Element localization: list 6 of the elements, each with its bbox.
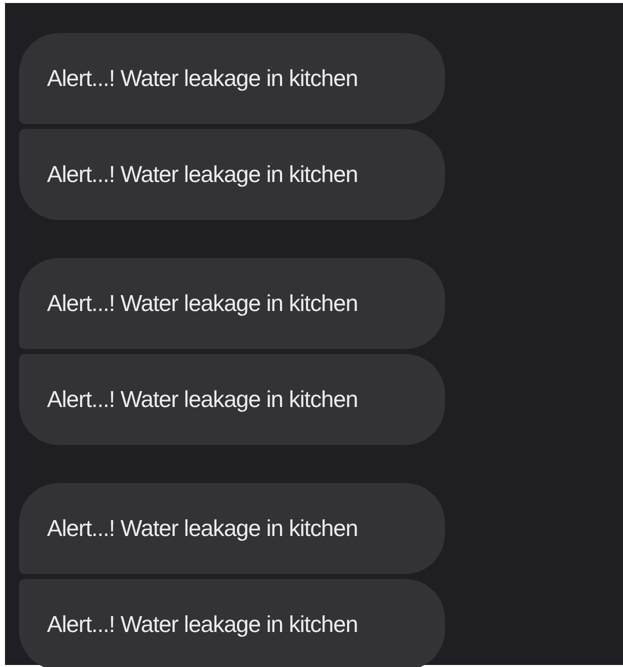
message-bubble: Alert...! Water leakage in kitchen <box>19 129 445 220</box>
message-bubble: Alert...! Water leakage in kitchen <box>19 33 445 124</box>
message-bubble: Alert...! Water leakage in kitchen <box>19 483 445 574</box>
message-bubble: Alert...! Water leakage in kitchen <box>19 354 445 445</box>
message-bubble: Alert...! Water leakage in kitchen <box>19 579 445 667</box>
message-bubble: Alert...! Water leakage in kitchen <box>19 258 445 349</box>
